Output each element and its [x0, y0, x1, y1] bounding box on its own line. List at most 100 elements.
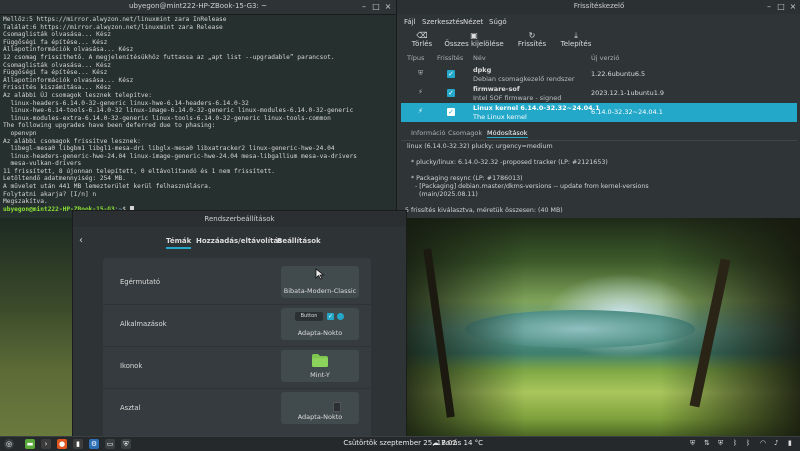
icons-theme-button[interactable]: Mint-Y: [281, 350, 359, 382]
mouse-pointer-theme-button[interactable]: Bibata-Modern-Classic: [281, 266, 359, 298]
table-row-selected[interactable]: ⚡ ✓ Linux kernel 6.14.0-32.32~24.04.1 Th…: [401, 103, 797, 122]
terminal-line: Az alábbi ÚJ csomagok lesznek telepítve:: [3, 91, 153, 99]
divider: [103, 388, 371, 389]
menu-help[interactable]: Súgó: [489, 18, 507, 26]
terminal-line: linux-headers-6.14.0-32-generic linux-hw…: [3, 99, 249, 107]
settings-titlebar[interactable]: Rendszerbeállítások: [73, 211, 406, 227]
weather-text: Borús 14 °C: [441, 439, 484, 447]
folder-icon: [312, 354, 328, 367]
terminal-line: 12 csomag frissíthető. A megjelenítésükh…: [3, 53, 335, 61]
cloud-icon: ☁: [432, 439, 439, 447]
terminal-line: Függőségi fa építése... Kész: [3, 69, 108, 77]
desktop-wallpaper-left: [0, 218, 72, 436]
menu-file[interactable]: Fájl: [404, 18, 416, 26]
setting-label: Alkalmazások: [120, 320, 167, 328]
select-all-button[interactable]: ▣ Összes kijelölése: [443, 31, 505, 53]
tab-packages[interactable]: Csomagok: [448, 129, 482, 137]
refresh-button[interactable]: ↻ Frissítés: [515, 31, 549, 53]
package-name: Linux kernel 6.14.0-32.32~24.04.1: [473, 104, 600, 112]
menu-edit[interactable]: Szerkesztés: [422, 18, 463, 26]
status-text: 5 frissítés kiválasztva, méretük összese…: [405, 207, 563, 214]
clear-button[interactable]: ⌫ Törlés: [409, 31, 435, 53]
clock[interactable]: Csütörtök szeptember 25, 17.02: [0, 439, 800, 447]
terminal-line: linux-headers-generic-hwe-24.04 linux-im…: [3, 152, 357, 160]
system-settings-window[interactable]: Rendszerbeállítások ‹ Témák Hozzáadás/el…: [72, 210, 407, 440]
tab-changes[interactable]: Módosítások: [487, 129, 528, 138]
select-all-icon: ▣: [470, 31, 478, 40]
taskbar: ◎ ▬ › ● ▮ ⚙ ▭ ⛨ Csütörtök szeptember 25,…: [0, 436, 800, 451]
maximize-icon[interactable]: □: [777, 3, 785, 11]
weather[interactable]: ☁ Borús 14 °C: [432, 439, 483, 447]
volume-icon[interactable]: ♪: [774, 439, 778, 447]
bluetooth-status-icon[interactable]: ᛒ: [746, 439, 750, 447]
clear-label: Törlés: [411, 40, 433, 48]
maximize-icon[interactable]: □: [372, 3, 380, 11]
bluetooth-icon[interactable]: ᛒ: [733, 439, 737, 447]
minimize-icon[interactable]: –: [360, 3, 368, 11]
settings-title: Rendszerbeállítások: [204, 215, 275, 223]
minimize-icon[interactable]: –: [765, 3, 773, 11]
changelog-text[interactable]: linux (6.14.0-32.32) plucky; urgency=med…: [407, 143, 797, 201]
terminal-line: A művelet után 441 MB lemezterület kerül…: [3, 183, 212, 191]
install-button[interactable]: ⤓ Telepítés: [559, 31, 593, 53]
tab-information[interactable]: Információ: [411, 129, 446, 137]
terminal-titlebar[interactable]: ubyegon@mint222-HP-ZBook-15-G3: ~ – □ ×: [0, 0, 396, 15]
terminal-line: openvpn: [3, 129, 37, 137]
select-all-label: Összes kijelölése: [444, 40, 504, 48]
package-version: 1.22.6ubuntu6.5: [591, 70, 646, 78]
terminal-line: Mellőz:5 https://mirror.alwyzon.net/linu…: [3, 16, 227, 23]
table-row[interactable]: ⛨ ✓ dpkg Debian csomagkezelő rendszer 1.…: [401, 65, 797, 84]
update-tray-icon[interactable]: ⛨: [718, 439, 723, 448]
column-header-name[interactable]: Név: [473, 54, 486, 62]
tab-settings[interactable]: Beállítások: [277, 237, 321, 245]
package-version: 2023.12.1-1ubuntu1.9: [591, 89, 665, 97]
setting-label: Egérmutató: [120, 278, 161, 286]
wifi-icon[interactable]: ◠: [760, 439, 766, 447]
settings-tabs: Témák Hozzáadás/eltávolítás Beállítások: [73, 231, 406, 251]
divider: [103, 346, 371, 347]
package-description: Intel SOF firmware - signed: [473, 94, 562, 102]
network-icon[interactable]: ⇅: [704, 439, 710, 447]
tab-add-remove[interactable]: Hozzáadás/eltávolítás: [196, 237, 282, 245]
theme-preview-button: Button: [295, 312, 323, 321]
install-icon: ⤓: [574, 31, 578, 40]
close-icon[interactable]: ×: [384, 3, 392, 11]
setting-value: Bibata-Modern-Classic: [283, 287, 357, 295]
changelog-line: * plucky/linux: 6.14.0-32.32 -proposed t…: [407, 159, 608, 166]
wallpaper-trees-right: [660, 218, 800, 436]
setting-label: Ikonok: [120, 362, 143, 370]
setting-label: Asztal: [120, 404, 141, 412]
tab-themes[interactable]: Témák: [166, 237, 192, 249]
setting-value: Adapta-Nokto: [297, 329, 343, 337]
shield-icon[interactable]: ⛨: [690, 439, 695, 448]
updates-table: Típus Frissítés Név Új verzió ⛨ ✓ dpkg D…: [401, 54, 797, 124]
applications-theme-button[interactable]: Button ✓ Adapta-Nokto: [281, 308, 359, 340]
details-tabs: Információ Csomagok Módosítások: [401, 128, 797, 141]
desktop-theme-button[interactable]: Adapta-Nokto: [281, 392, 359, 424]
close-icon[interactable]: ×: [789, 3, 797, 11]
upgrade-checkbox[interactable]: ✓: [447, 70, 455, 78]
refresh-label: Frissítés: [517, 40, 547, 48]
terminal-window[interactable]: ubyegon@mint222-HP-ZBook-15-G3: ~ – □ × …: [0, 0, 396, 218]
kernel-update-icon: ⚡: [418, 107, 423, 115]
changelog-line: * Packaging resync (LP: #1786013): [407, 175, 523, 182]
update-manager-window[interactable]: Frissítéskezelő – □ × Fájl Szerkesztés N…: [396, 0, 800, 218]
terminal-output[interactable]: Mellőz:5 https://mirror.alwyzon.net/linu…: [3, 16, 395, 216]
column-header-upgrade[interactable]: Frissítés: [437, 54, 463, 62]
update-manager-titlebar[interactable]: Frissítéskezelő – □ ×: [397, 0, 800, 14]
package-description: Debian csomagkezelő rendszer: [473, 75, 575, 83]
table-row[interactable]: ⚡ ✓ firmware-sof Intel SOF firmware - si…: [401, 84, 797, 103]
battery-icon[interactable]: ▮: [788, 439, 792, 447]
setting-row-applications: Alkalmazások Button ✓ Adapta-Nokto: [103, 306, 371, 346]
theme-preview-radio: [337, 313, 344, 320]
upgrade-checkbox[interactable]: ✓: [447, 89, 455, 97]
package-description: The Linux kernel: [473, 113, 527, 121]
column-header-new-version[interactable]: Új verzió: [591, 54, 619, 62]
package-name: firmware-sof: [473, 85, 520, 93]
update-manager-title: Frissítéskezelő: [573, 2, 625, 10]
security-update-icon: ⛨: [418, 69, 424, 77]
column-header-type[interactable]: Típus: [407, 54, 424, 62]
install-label: Telepítés: [560, 40, 592, 48]
menu-view[interactable]: Nézet: [463, 18, 483, 26]
upgrade-checkbox[interactable]: ✓: [447, 108, 455, 116]
